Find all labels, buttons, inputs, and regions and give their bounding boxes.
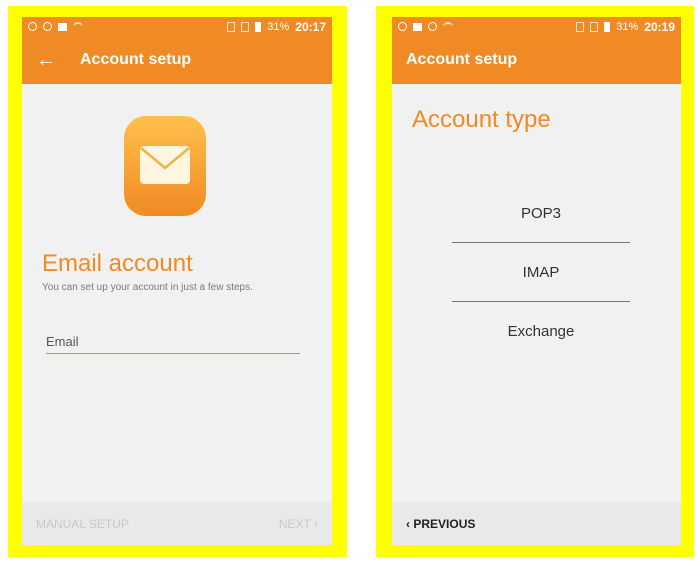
battery-percent: 31%: [616, 20, 639, 33]
account-type-exchange[interactable]: Exchange: [452, 302, 630, 360]
bottom-action-bar: MANUAL SETUP NEXT ›: [22, 502, 332, 545]
right-screen: 31% 20:19 Account setup Account type POP…: [392, 17, 681, 545]
chevron-left-icon: ‹: [406, 516, 410, 531]
previous-button[interactable]: ‹ PREVIOUS: [406, 517, 475, 531]
page-title: Account type: [412, 106, 551, 133]
battery-percent: 31%: [267, 20, 290, 33]
alarm-icon: [398, 22, 407, 31]
app-bar: Account setup: [392, 36, 681, 84]
clock: 20:19: [644, 19, 675, 34]
email-field[interactable]: [46, 330, 300, 354]
headset-icon: [428, 22, 437, 31]
no-sim-icon: [227, 21, 236, 32]
chevron-right-icon: ›: [314, 516, 318, 531]
no-sim-icon: [576, 21, 585, 32]
manual-setup-button[interactable]: MANUAL SETUP: [36, 517, 129, 531]
email-envelope-icon: [124, 116, 206, 216]
account-type-list: POP3 IMAP Exchange: [452, 184, 630, 360]
previous-button-label: PREVIOUS: [413, 516, 476, 531]
page-title: Email account: [42, 250, 193, 277]
email-account-content: Email account You can set up your accoun…: [22, 84, 332, 502]
next-button-label: NEXT: [278, 516, 311, 531]
status-bar: 31% 20:17: [22, 17, 332, 36]
no-sim-icon: [590, 21, 599, 32]
image-icon: [58, 22, 67, 31]
clock: 20:17: [295, 19, 326, 34]
left-screen: 31% 20:17 ← Account setup Email account: [22, 17, 332, 545]
account-type-content: Account type POP3 IMAP Exchange: [392, 84, 681, 502]
status-bar: 31% 20:19: [392, 17, 681, 36]
alarm-icon: [28, 22, 37, 31]
app-bar-title: Account setup: [80, 51, 192, 68]
app-bar-title: Account setup: [406, 51, 518, 68]
account-type-imap[interactable]: IMAP: [452, 243, 630, 301]
left-phone-frame: 31% 20:17 ← Account setup Email account: [8, 6, 347, 557]
bottom-action-bar: ‹ PREVIOUS: [392, 502, 681, 545]
image-icon: [413, 22, 422, 31]
battery-icon: [604, 21, 611, 32]
right-phone-frame: 31% 20:19 Account setup Account type POP…: [376, 6, 694, 557]
no-sim-icon: [241, 21, 250, 32]
battery-icon: [255, 21, 262, 32]
wifi-icon: [443, 21, 453, 32]
page-subtitle: You can set up your account in just a fe…: [42, 282, 253, 293]
next-button[interactable]: NEXT ›: [279, 517, 318, 531]
account-type-pop3[interactable]: POP3: [452, 184, 630, 242]
back-arrow-icon[interactable]: ←: [36, 50, 56, 70]
app-bar: ← Account setup: [22, 36, 332, 84]
headset-icon: [43, 22, 52, 31]
wifi-icon: [73, 21, 83, 32]
